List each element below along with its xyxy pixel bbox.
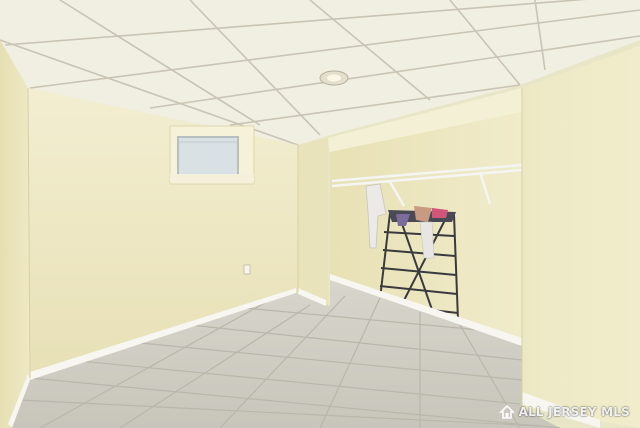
room-illustration [0, 0, 640, 428]
house-logo-icon [498, 404, 515, 419]
left-wall [0, 40, 30, 428]
room-photo: ALL JERSEY MLS [0, 0, 640, 428]
right-wall [522, 46, 640, 428]
basement-window [169, 125, 255, 185]
wall-outlet [243, 264, 251, 275]
mls-watermark: ALL JERSEY MLS [498, 404, 630, 420]
ceiling-light [319, 70, 349, 86]
closet-partition [298, 138, 328, 306]
watermark-text: ALL JERSEY MLS [518, 405, 630, 419]
